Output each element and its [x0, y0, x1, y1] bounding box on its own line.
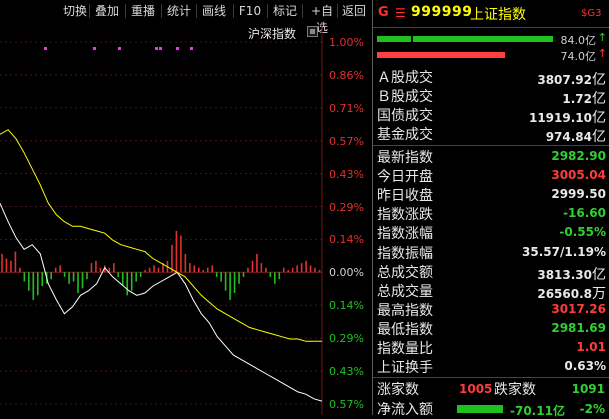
series-line [0, 129, 322, 342]
stat-value: 3005.04 [551, 168, 606, 183]
event-marker [190, 47, 193, 50]
quote-header: G ☰ 999999 上证指数 $G3 [373, 0, 609, 28]
toolbar-separator [161, 4, 162, 18]
turnover-label: 国债成交 [377, 108, 433, 124]
stat-label: 昨日收盘 [377, 188, 433, 205]
event-marker [118, 47, 121, 50]
toolbar-separator [125, 4, 126, 18]
toolbar-button[interactable]: 画线 [199, 3, 229, 20]
stat-label: 总成交量 [377, 283, 433, 300]
security-code: 999999 [411, 4, 473, 20]
arrow-up-icon: ↑ [597, 31, 607, 44]
intraday-chart[interactable] [0, 22, 372, 415]
toolbar-button[interactable]: 标记 [270, 3, 300, 20]
bar-fill [413, 36, 553, 42]
toolbar-separator [337, 4, 338, 18]
g-badge[interactable]: G [378, 5, 389, 20]
toolbar-button[interactable]: 统计 [164, 3, 194, 20]
stat-value: 1.01 [576, 340, 606, 354]
stat-label: 最高指数 [377, 302, 433, 319]
menu-icon[interactable]: ☰ [395, 6, 406, 20]
turnover-row: 国债成交 11919.10亿 [373, 105, 609, 126]
stat-row: 今日开盘 3005.04 [373, 166, 609, 185]
stat-row: 昨日收盘 2999.50 [373, 185, 609, 204]
stat-value: 2981.69 [551, 320, 606, 335]
bar-value: 74.0亿 [560, 50, 597, 63]
stat-value: 3017.26 [551, 301, 606, 316]
stat-label: 指数涨跌 [377, 207, 433, 224]
stat-row: 最低指数 2981.69 [373, 319, 609, 338]
divider [373, 377, 609, 378]
stat-value: -0.55% [559, 225, 606, 240]
arrow-up-icon: ↑ [597, 47, 607, 60]
turnover-label: Ｂ股成交 [377, 89, 433, 105]
event-marker [44, 47, 47, 50]
stat-row: 总成交额 3813.30亿 [373, 262, 609, 283]
stat-row: 最新指数 2982.90 [373, 147, 609, 166]
security-name: 上证指数 [470, 7, 526, 23]
stat-value: 2999.50 [551, 187, 606, 202]
stat-row: 总成交量 26560.8万 [373, 281, 609, 302]
toolbar-separator [267, 4, 268, 18]
stat-label: 最低指数 [377, 321, 433, 338]
chart-toolbar: 切换 叠加 重播 统计 画线 F10 标记 +自选 返回 [0, 0, 372, 35]
volume-bar-row: 84.0亿 ↑ [373, 31, 609, 47]
toolbar-button[interactable]: +自选 [305, 3, 339, 35]
divider [373, 145, 609, 146]
up-count-value: 1005 [459, 382, 493, 396]
toolbar-button[interactable]: 切换 [60, 3, 90, 20]
up-count-label: 涨家数 [377, 382, 419, 398]
stat-value: -16.60 [563, 206, 606, 221]
event-marker [159, 47, 162, 50]
stat-value: 35.57/1.19% [522, 244, 606, 259]
turnover-label: Ａ股成交 [377, 70, 433, 86]
stat-label: 最新指数 [377, 150, 433, 166]
turnover-label: 基金成交 [377, 127, 433, 143]
bar-value: 84.0亿 [560, 34, 597, 47]
quote-panel: G ☰ 999999 上证指数 $G3 84.0亿 ↑ 74.0亿 ↑ Ａ股成交 380… [372, 0, 609, 418]
stat-row: 指数振幅 35.57/1.19% [373, 243, 609, 262]
stat-row: 指数涨跌 -16.60 [373, 204, 609, 223]
stat-row: 最高指数 3017.26 [373, 300, 609, 319]
toolbar-separator [302, 4, 303, 18]
event-marker [93, 47, 96, 50]
bar-fill [377, 52, 505, 58]
stat-label: 总成交额 [377, 264, 433, 281]
stat-row: 上证换手 0.63% [373, 357, 609, 376]
turnover-row: 基金成交 974.84亿 [373, 124, 609, 145]
toolbar-button[interactable]: 叠加 [92, 3, 122, 20]
turnover-row: Ａ股成交 3807.92亿 [373, 67, 609, 88]
stat-label: 指数振幅 [377, 245, 433, 262]
toolbar-separator [89, 4, 90, 18]
stat-row: 指数量比 1.01 [373, 338, 609, 357]
turnover-value: 974.84亿 [545, 129, 606, 145]
toolbar-separator [196, 4, 197, 18]
event-marker [176, 47, 179, 50]
group-tag[interactable]: $G3 [581, 8, 601, 19]
toolbar-separator [233, 4, 234, 18]
event-marker [155, 47, 158, 50]
stat-value: 0.63% [564, 359, 606, 374]
stat-label: 指数涨幅 [377, 226, 433, 243]
stat-label: 上证换手 [377, 360, 433, 377]
inflow-pct: -2% [579, 402, 605, 416]
intraday-chart-panel[interactable]: 切换 叠加 重播 统计 画线 F10 标记 +自选 返回 沪深指数 1.00% 0.86% 0.71… [0, 0, 372, 415]
turnover-row: Ｂ股成交 1.72亿 [373, 86, 609, 107]
down-count-value: 1091 [571, 382, 605, 396]
toolbar-button[interactable]: F10 [236, 3, 264, 20]
toolbar-button[interactable]: 返回 [340, 3, 368, 20]
stat-label: 指数量比 [377, 341, 433, 357]
inflow-bar [457, 405, 503, 413]
inflow-label: 净流入额 [377, 402, 433, 418]
down-count-label: 跌家数 [494, 382, 536, 398]
stat-value: 2982.90 [551, 149, 606, 163]
bar-fill [377, 36, 411, 42]
inflow-value: -70.11亿 [510, 404, 565, 418]
stat-label: 今日开盘 [377, 169, 433, 186]
toolbar-button[interactable]: 重播 [128, 3, 158, 20]
volume-bar-row: 74.0亿 ↑ [373, 47, 609, 63]
stat-row: 指数涨幅 -0.55% [373, 223, 609, 242]
